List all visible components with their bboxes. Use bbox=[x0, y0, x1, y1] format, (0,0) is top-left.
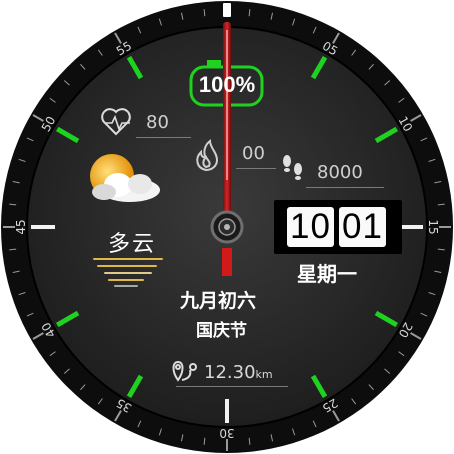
battery-percent: 100% bbox=[197, 72, 257, 98]
clock-minute: 01 bbox=[339, 207, 386, 247]
battery-tip bbox=[207, 60, 221, 66]
holiday-label: 国庆节 bbox=[196, 321, 247, 341]
bezel-label: 30 bbox=[219, 426, 234, 440]
calories-underline bbox=[236, 168, 276, 169]
lunar-date-label: 九月初六 bbox=[180, 290, 257, 312]
distance-underline bbox=[176, 386, 288, 387]
bezel-label: 45 bbox=[14, 219, 28, 234]
bezel-label: 15 bbox=[426, 219, 440, 234]
heart-rate-underline bbox=[136, 137, 191, 138]
clock-hour: 10 bbox=[287, 207, 334, 247]
heart-rate-value: 80 bbox=[146, 112, 169, 133]
distance-readout: 12.30km bbox=[204, 362, 273, 383]
steps-underline bbox=[306, 187, 384, 188]
battery-percent-label: 100% bbox=[198, 72, 256, 97]
weekday-label: 星期一 bbox=[297, 262, 357, 286]
distance-unit: km bbox=[255, 368, 273, 381]
twelve-marker bbox=[223, 3, 231, 17]
steps-value: 8000 bbox=[317, 162, 363, 183]
weather-condition: 多云 bbox=[108, 232, 157, 257]
distance-value: 12.30 bbox=[204, 362, 256, 383]
calories-value: 00 bbox=[242, 143, 265, 164]
